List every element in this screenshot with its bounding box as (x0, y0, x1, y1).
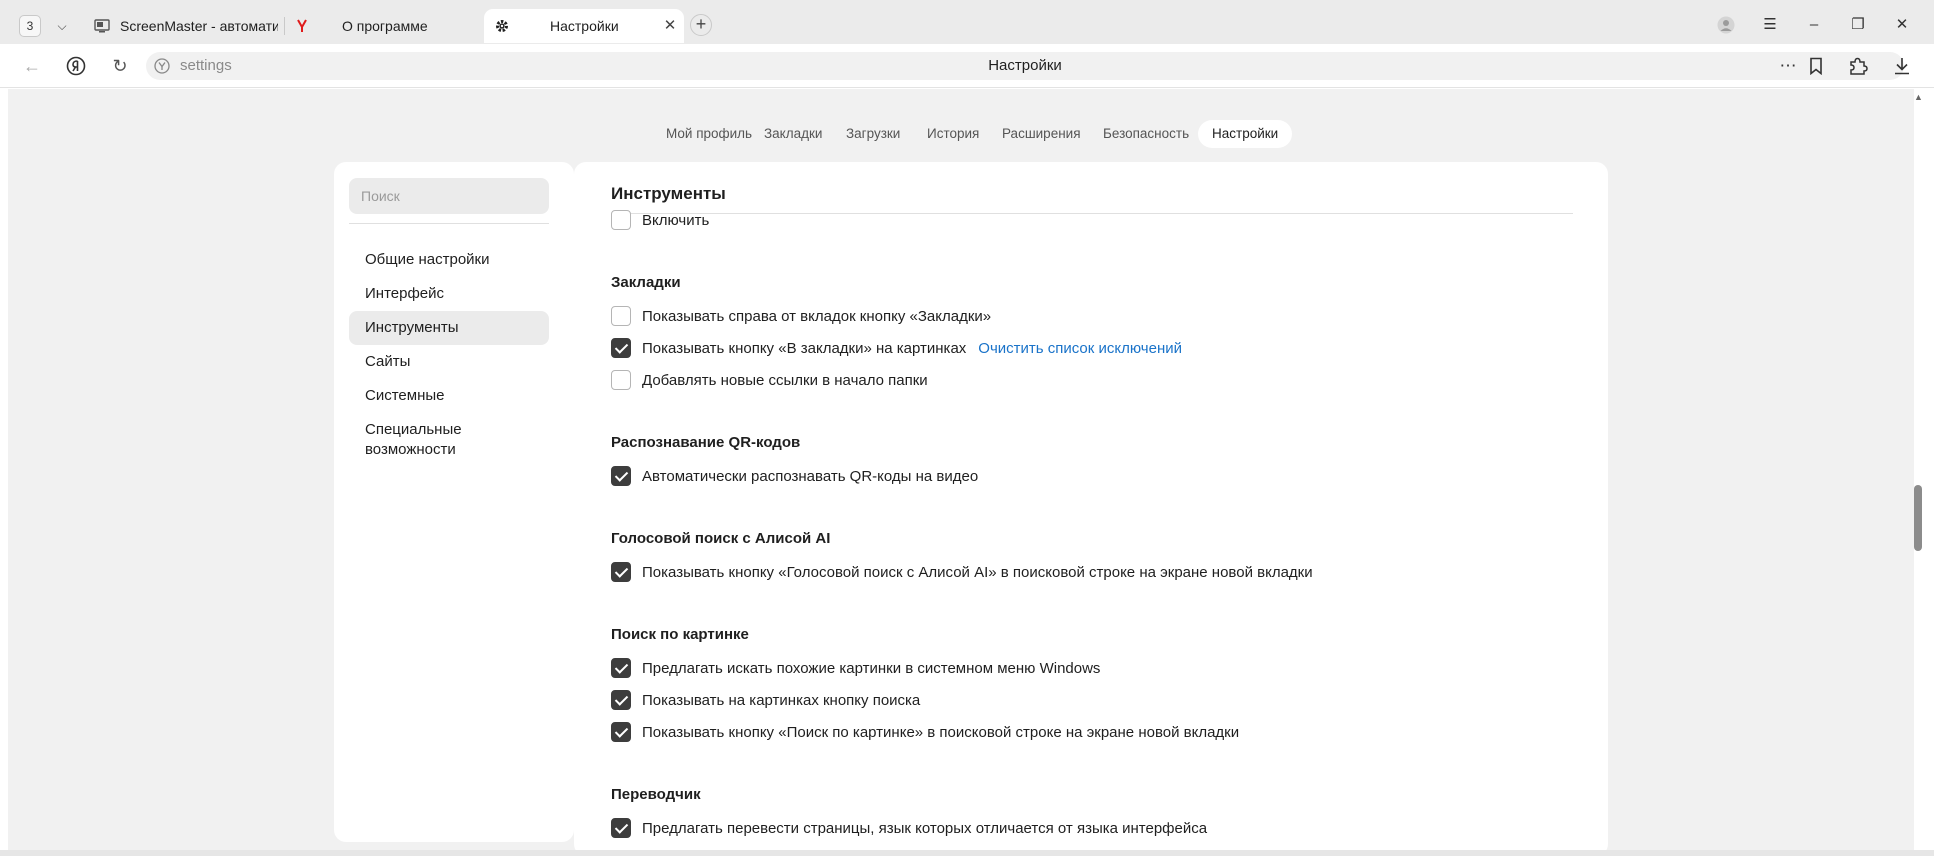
tab-title: О программе (342, 18, 428, 34)
reload-icon[interactable]: ↻ (108, 54, 132, 78)
option-label: Показывать кнопку «Голосовой поиск с Али… (642, 563, 1313, 581)
close-window-icon[interactable]: ✕ (1890, 13, 1914, 37)
section-heading-qr: Распознавание QR-кодов (611, 434, 801, 451)
nav-extensions[interactable]: Расширения (1002, 120, 1081, 148)
nav-history[interactable]: История (927, 120, 979, 148)
profile-avatar-icon[interactable] (1714, 13, 1738, 37)
address-field[interactable]: settings Настройки (146, 52, 1904, 80)
option-label: Предлагать перевести страницы, язык кото… (642, 819, 1208, 837)
sidebar-item-sites[interactable]: Сайты (349, 345, 549, 379)
option-offer-translation[interactable]: Предлагать перевести страницы, язык кото… (611, 818, 1207, 838)
address-url: settings (180, 57, 232, 74)
nav-security[interactable]: Безопасность (1103, 120, 1189, 148)
option-label: Показывать на картинках кнопку поиска (642, 691, 921, 709)
restore-window-icon[interactable]: ❐ (1846, 13, 1870, 37)
more-options-icon[interactable]: ⋯ (1776, 54, 1800, 78)
new-tab-button[interactable]: + (690, 14, 712, 36)
address-page-title: Настройки (988, 57, 1062, 74)
title-divider (611, 213, 1573, 214)
tab-title: Настройки (550, 18, 619, 34)
gear-icon (496, 20, 508, 32)
nav-my-profile[interactable]: Мой профиль (666, 120, 752, 148)
menu-icon[interactable]: ☰ (1758, 13, 1782, 37)
option-label: Предлагать искать похожие картинки в сис… (642, 659, 1101, 677)
tab-separator (284, 17, 285, 35)
scroll-up-arrow-icon[interactable]: ▲ (1914, 92, 1923, 102)
checkbox[interactable] (611, 370, 631, 390)
option-label: Включить (642, 211, 710, 229)
checkbox-checked[interactable] (611, 658, 631, 678)
section-heading-translator: Переводчик (611, 786, 701, 803)
section-heading-voice-search: Голосовой поиск с Алисой AI (611, 530, 831, 547)
nav-downloads[interactable]: Загрузки (846, 120, 900, 148)
nav-bookmarks[interactable]: Закладки (764, 120, 822, 148)
browser-logo-icon (154, 58, 170, 74)
tab-count-badge[interactable]: 3 (19, 15, 41, 37)
checkbox-checked[interactable] (611, 818, 631, 838)
bookmark-icon[interactable] (1804, 54, 1828, 78)
yandex-logo-icon[interactable] (64, 54, 88, 78)
scrollbar-thumb[interactable] (1914, 485, 1922, 551)
option-label: Показывать кнопку «В закладки» на картин… (642, 339, 967, 357)
option-image-search-new-tab[interactable]: Показывать кнопку «Поиск по картинке» в … (611, 722, 1239, 742)
tab-title: ScreenMaster - автомати (120, 18, 278, 34)
settings-sidebar: Общие настройки Интерфейс Инструменты Са… (334, 162, 574, 842)
download-icon[interactable] (1890, 54, 1914, 78)
tab-screenmaster[interactable]: ScreenMaster - автомати (84, 9, 280, 43)
clear-exceptions-link[interactable]: Очистить список исключений (978, 340, 1182, 357)
sidebar-divider (349, 223, 549, 224)
page-scrollbar[interactable] (1912, 89, 1926, 856)
option-similar-images-windows[interactable]: Предлагать искать похожие картинки в сис… (611, 658, 1100, 678)
nav-settings[interactable]: Настройки (1198, 120, 1293, 148)
tab-list-chevron-down-icon[interactable]: ⌵ (52, 15, 72, 37)
close-tab-icon[interactable]: ✕ (662, 18, 678, 34)
page-title: Инструменты (611, 184, 726, 203)
checkbox[interactable] (611, 210, 631, 230)
option-qr-video[interactable]: Автоматически распознавать QR-коды на ви… (611, 466, 978, 486)
checkbox-checked[interactable] (611, 466, 631, 486)
address-bar-row: ← ↻ settings Настройки ⋯ (0, 44, 1934, 88)
sidebar-item-accessibility[interactable]: Специальные возможности (349, 413, 549, 467)
sidebar-item-interface[interactable]: Интерфейс (349, 277, 549, 311)
option-new-links-top[interactable]: Добавлять новые ссылки в начало папки (611, 370, 928, 390)
sidebar-item-system[interactable]: Системные (349, 379, 549, 413)
tab-strip: 3 ⌵ ScreenMaster - автомати О программе … (0, 0, 1934, 44)
checkbox-checked[interactable] (611, 562, 631, 582)
checkbox[interactable] (611, 306, 631, 326)
tab-settings[interactable]: Настройки ✕ (484, 9, 684, 43)
option-label: Добавлять новые ссылки в начало папки (642, 371, 928, 389)
section-heading-image-search: Поиск по картинке (611, 626, 749, 643)
sidebar-item-tools[interactable]: Инструменты (349, 311, 549, 345)
settings-search-input[interactable] (349, 178, 549, 214)
option-voice-search-button[interactable]: Показывать кнопку «Голосовой поиск с Али… (611, 562, 1313, 582)
option-search-button-on-images[interactable]: Показывать на картинках кнопку поиска (611, 690, 920, 710)
settings-page: Мой профиль Закладки Загрузки История Ра… (8, 89, 1914, 856)
option-bookmark-on-images[interactable]: Показывать кнопку «В закладки» на картин… (611, 338, 1182, 358)
option-bookmarks-button-right[interactable]: Показывать справа от вкладок кнопку «Зак… (611, 306, 991, 326)
yandex-favicon-icon (297, 19, 307, 32)
tab-about[interactable]: О программе (290, 9, 480, 43)
extensions-puzzle-icon[interactable] (1846, 54, 1870, 78)
option-enable[interactable]: Включить (611, 210, 709, 230)
screenmaster-favicon-icon (94, 19, 110, 33)
checkbox-checked[interactable] (611, 338, 631, 358)
minimize-icon[interactable]: – (1802, 13, 1826, 37)
window-bottom-edge (0, 850, 1934, 856)
checkbox-checked[interactable] (611, 690, 631, 710)
checkbox-checked[interactable] (611, 722, 631, 742)
back-arrow-icon[interactable]: ← (20, 54, 44, 78)
option-label: Показывать кнопку «Поиск по картинке» в … (642, 723, 1240, 741)
settings-content: Инструменты Включить Закладки Показывать… (574, 162, 1608, 856)
option-label: Автоматически распознавать QR-коды на ви… (642, 467, 979, 485)
option-label: Показывать справа от вкладок кнопку «Зак… (642, 307, 992, 325)
section-heading-bookmarks: Закладки (611, 274, 681, 291)
sidebar-item-general[interactable]: Общие настройки (349, 243, 549, 277)
